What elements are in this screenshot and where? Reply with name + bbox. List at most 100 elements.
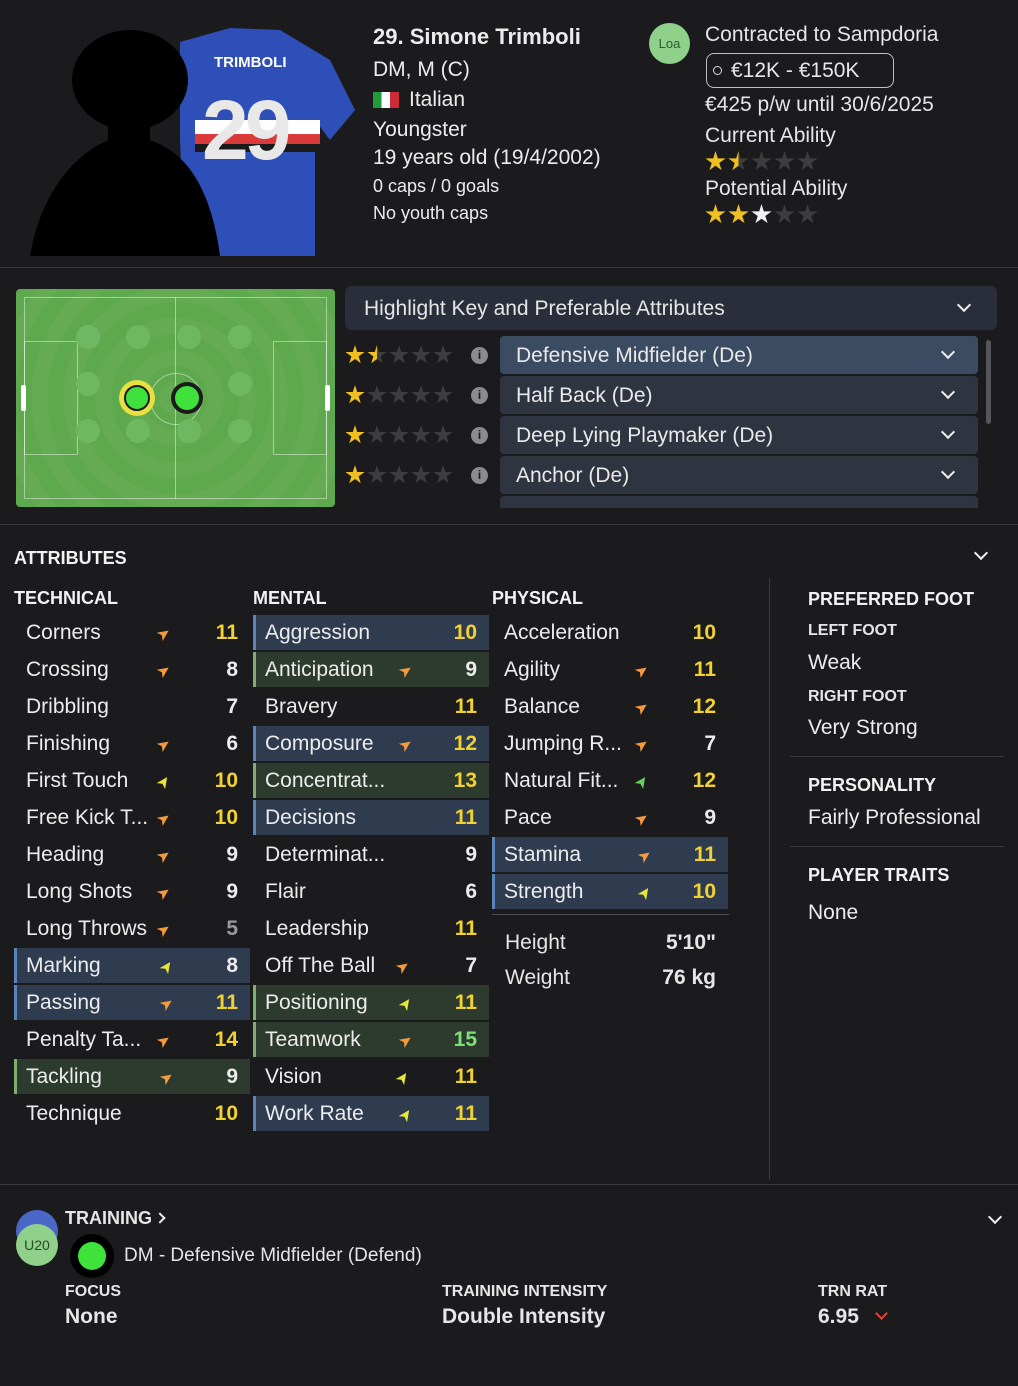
- attribute-row[interactable]: Natural Fit... ➤ 12: [492, 763, 728, 798]
- attribute-row[interactable]: Pace ➤ 9: [492, 800, 728, 835]
- training-link[interactable]: TRAINING: [65, 1208, 166, 1229]
- role-row[interactable]: i Deep Lying Playmaker (De): [345, 416, 979, 454]
- role-row[interactable]: i Defensive Midfielder (De): [345, 336, 979, 374]
- star-empty-icon: [389, 425, 409, 444]
- attribute-name: Heading: [26, 843, 105, 866]
- player-traits-heading: PLAYER TRAITS: [808, 865, 950, 885]
- role-label: Anchor (De): [516, 464, 630, 487]
- attribute-row[interactable]: Aggression 10: [253, 615, 489, 650]
- attribute-row[interactable]: Penalty Ta... ➤ 14: [14, 1022, 250, 1057]
- role-row-partial[interactable]: [345, 496, 979, 508]
- role-label: Defensive Midfielder (De): [516, 344, 753, 367]
- info-icon[interactable]: i: [471, 347, 488, 364]
- training-arrow-orange-icon: ➤: [634, 845, 656, 868]
- chevron-down-icon[interactable]: [987, 1209, 1003, 1225]
- attribute-row[interactable]: Corners ➤ 11: [14, 615, 250, 650]
- attribute-name: Anticipation: [265, 658, 374, 681]
- role-row[interactable]: i Anchor (De): [345, 456, 979, 494]
- attribute-value: 13: [453, 769, 477, 792]
- attribute-row[interactable]: Jumping R... ➤ 7: [492, 726, 728, 761]
- star-empty-icon: [367, 465, 387, 484]
- role-select[interactable]: Deep Lying Playmaker (De): [500, 416, 978, 454]
- attribute-value: 12: [692, 769, 716, 792]
- attribute-row[interactable]: Passing ➤ 11: [14, 985, 250, 1020]
- attribute-row[interactable]: Marking ➤ 8: [14, 948, 250, 983]
- attribute-row[interactable]: Strength ➤ 10: [492, 874, 728, 909]
- info-icon[interactable]: i: [471, 467, 488, 484]
- attribute-row[interactable]: Free Kick T... ➤ 10: [14, 800, 250, 835]
- info-icon[interactable]: i: [471, 387, 488, 404]
- attribute-row[interactable]: Work Rate ➤ 11: [253, 1096, 489, 1131]
- role-label: Half Back (De): [516, 384, 653, 407]
- attribute-row[interactable]: Balance ➤ 12: [492, 689, 728, 724]
- attribute-row[interactable]: Flair 6: [253, 874, 489, 909]
- star-icon: [345, 345, 365, 364]
- chevron-down-icon: [940, 464, 956, 480]
- star-empty-icon: [389, 465, 409, 484]
- attribute-row[interactable]: Teamwork ➤ 15: [253, 1022, 489, 1057]
- attribute-row[interactable]: Composure ➤ 12: [253, 726, 489, 761]
- attribute-value: 9: [465, 843, 477, 866]
- attribute-row[interactable]: Finishing ➤ 6: [14, 726, 250, 761]
- attribute-name: Technique: [26, 1102, 122, 1125]
- physical-heading: PHYSICAL: [492, 588, 584, 608]
- attribute-row[interactable]: Heading ➤ 9: [14, 837, 250, 872]
- attribute-value: 11: [693, 658, 716, 681]
- attribute-row[interactable]: Anticipation ➤ 9: [253, 652, 489, 687]
- attribute-row[interactable]: Decisions 11: [253, 800, 489, 835]
- right-foot-value: Very Strong: [808, 716, 918, 739]
- left-foot-heading: LEFT FOOT: [808, 622, 897, 639]
- role-list[interactable]: i Defensive Midfielder (De) i Half Back …: [0, 336, 1018, 508]
- attribute-row[interactable]: Long Shots ➤ 9: [14, 874, 250, 909]
- attribute-row[interactable]: Acceleration 10: [492, 615, 728, 650]
- role-select[interactable]: Half Back (De): [500, 376, 978, 414]
- value-range-button[interactable]: €12K - €150K: [706, 53, 894, 88]
- role-list-scrollbar[interactable]: [986, 340, 991, 424]
- attribute-value: 6: [226, 732, 238, 755]
- attribute-row[interactable]: Crossing ➤ 8: [14, 652, 250, 687]
- attribute-row[interactable]: Stamina ➤ 11: [492, 837, 728, 872]
- attribute-value: 7: [704, 732, 716, 755]
- chevron-down-icon[interactable]: [973, 545, 989, 561]
- attribute-row[interactable]: Bravery 11: [253, 689, 489, 724]
- attribute-value: 11: [454, 695, 477, 718]
- attribute-row[interactable]: Technique 10: [14, 1096, 250, 1131]
- star-empty-icon: [433, 465, 453, 484]
- chevron-down-icon: [956, 297, 972, 313]
- attribute-value: 9: [226, 880, 238, 903]
- attribute-value: 9: [226, 843, 238, 866]
- star-empty-icon: [367, 425, 387, 444]
- star-half-icon: [751, 204, 772, 224]
- role-row[interactable]: i Half Back (De): [345, 376, 979, 414]
- info-icon[interactable]: i: [471, 427, 488, 444]
- attribute-row[interactable]: Dribbling 7: [14, 689, 250, 724]
- attribute-row[interactable]: Leadership 11: [253, 911, 489, 946]
- roles-header-dropdown[interactable]: Highlight Key and Preferable Attributes: [345, 286, 997, 330]
- attribute-name: Teamwork: [265, 1028, 361, 1051]
- role-select[interactable]: Anchor (De): [500, 456, 978, 494]
- training-arrow-yellow-icon: ➤: [395, 1104, 417, 1126]
- attribute-row[interactable]: First Touch ➤ 10: [14, 763, 250, 798]
- role-select[interactable]: [500, 496, 978, 508]
- attribute-value: 11: [454, 806, 477, 829]
- attribute-name: Free Kick T...: [26, 806, 149, 829]
- attribute-value: 7: [226, 695, 238, 718]
- attribute-row[interactable]: Positioning ➤ 11: [253, 985, 489, 1020]
- training-arrow-orange-icon: ➤: [631, 734, 653, 757]
- star-half-icon: [367, 345, 387, 364]
- attribute-row[interactable]: Agility ➤ 11: [492, 652, 728, 687]
- star-empty-icon: [774, 151, 795, 171]
- role-select[interactable]: Defensive Midfielder (De): [500, 336, 978, 374]
- attribute-row[interactable]: Determinat... 9: [253, 837, 489, 872]
- attribute-row[interactable]: Off The Ball ➤ 7: [253, 948, 489, 983]
- rating-value: 6.95: [818, 1305, 859, 1328]
- attribute-row[interactable]: Tackling ➤ 9: [14, 1059, 250, 1094]
- attribute-row[interactable]: Long Throws ➤ 5: [14, 911, 250, 946]
- star-empty-icon: [389, 385, 409, 404]
- attribute-row[interactable]: Vision ➤ 11: [253, 1059, 489, 1094]
- divider: [769, 578, 770, 1180]
- attribute-row[interactable]: Concentrat... 13: [253, 763, 489, 798]
- attribute-name: Marking: [26, 954, 101, 977]
- attribute-name: Agility: [504, 658, 561, 681]
- training-arrow-yellow-icon: ➤: [392, 1067, 414, 1089]
